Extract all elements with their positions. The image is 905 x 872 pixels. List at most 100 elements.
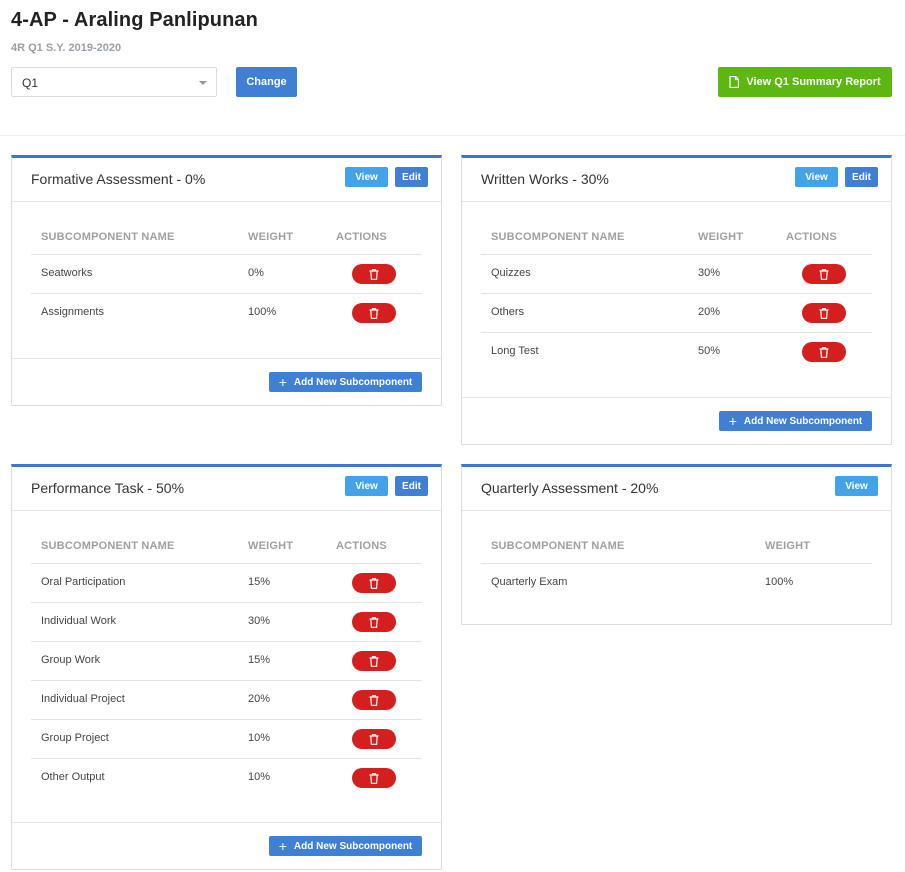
view-button[interactable]: View	[345, 167, 388, 187]
edit-button[interactable]: Edit	[845, 167, 878, 187]
delete-button[interactable]	[802, 342, 846, 362]
table-row: Oral Participation 15%	[31, 564, 422, 603]
trash-icon	[369, 268, 379, 280]
chevron-down-icon	[199, 81, 207, 85]
component-card-performance-task: Performance Task - 50% View Edit SUBCOMP…	[11, 464, 442, 870]
trash-icon	[369, 772, 379, 784]
delete-button[interactable]	[352, 612, 396, 632]
component-card-written-works: Written Works - 30% View Edit SUBCOMPONE…	[461, 155, 892, 445]
subcomponent-name: Group Project	[41, 732, 109, 744]
table-row: Others 20%	[481, 294, 872, 333]
column-header-name: SUBCOMPONENT NAME	[41, 231, 175, 243]
card-title: Written Works - 30%	[481, 171, 609, 187]
column-header-weight: WEIGHT	[698, 231, 744, 243]
delete-button[interactable]	[802, 264, 846, 284]
plus-icon: +	[278, 838, 287, 854]
change-button[interactable]: Change	[236, 67, 297, 97]
subcomponent-weight: 15%	[248, 654, 271, 666]
trash-icon	[369, 616, 379, 628]
column-header-name: SUBCOMPONENT NAME	[41, 540, 175, 552]
subcomponent-weight: 100%	[765, 576, 794, 588]
add-subcomponent-button[interactable]: + Add New Subcomponent	[269, 372, 422, 392]
delete-button[interactable]	[802, 303, 846, 323]
column-header-actions: ACTIONS	[786, 231, 837, 243]
plus-icon: +	[278, 374, 287, 390]
subcomponent-name: Assignments	[41, 306, 104, 318]
page-subtitle: 4R Q1 S.Y. 2019-2020	[11, 42, 122, 54]
column-header-name: SUBCOMPONENT NAME	[491, 231, 625, 243]
view-button[interactable]: View	[835, 476, 878, 496]
subcomponent-weight: 15%	[248, 576, 271, 588]
table-row: Seatworks 0%	[31, 255, 422, 294]
subcomponent-weight: 20%	[248, 693, 271, 705]
trash-icon	[819, 346, 829, 358]
subcomponent-name: Other Output	[41, 771, 105, 783]
subcomponent-weight: 30%	[698, 267, 721, 279]
subcomponent-weight: 0%	[248, 267, 264, 279]
delete-button[interactable]	[352, 264, 396, 284]
card-title: Performance Task - 50%	[31, 480, 185, 496]
page-title: 4-AP - Araling Panlipunan	[11, 9, 258, 31]
header-divider	[0, 135, 905, 136]
view-summary-report-label: View Q1 Summary Report	[746, 76, 881, 88]
edit-button[interactable]: Edit	[395, 167, 428, 187]
column-header-name: SUBCOMPONENT NAME	[491, 540, 625, 552]
card-header: Quarterly Assessment - 20% View	[462, 467, 891, 511]
table-row: Assignments 100%	[31, 294, 422, 333]
trash-icon	[819, 307, 829, 319]
subcomponent-name: Individual Work	[41, 615, 116, 627]
add-subcomponent-label: Add New Subcomponent	[293, 840, 413, 852]
add-subcomponent-button[interactable]: + Add New Subcomponent	[269, 836, 422, 856]
card-footer: + Add New Subcomponent	[462, 397, 891, 444]
table-row: Quarterly Exam 100%	[481, 564, 872, 603]
card-header: Performance Task - 50% View Edit	[12, 467, 441, 511]
table-row: Group Project 10%	[31, 720, 422, 759]
trash-icon	[369, 694, 379, 706]
subcomponent-name: Individual Project	[41, 693, 125, 705]
column-header-weight: WEIGHT	[248, 231, 294, 243]
card-header: Written Works - 30% View Edit	[462, 158, 891, 202]
view-summary-report-button[interactable]: View Q1 Summary Report	[718, 67, 892, 97]
trash-icon	[369, 307, 379, 319]
subcomponent-weight: 30%	[248, 615, 271, 627]
view-button[interactable]: View	[345, 476, 388, 496]
table-row: Individual Project 20%	[31, 681, 422, 720]
card-footer: + Add New Subcomponent	[12, 822, 441, 869]
document-icon	[729, 76, 740, 88]
delete-button[interactable]	[352, 303, 396, 323]
card-title: Quarterly Assessment - 20%	[481, 480, 659, 496]
quarter-select[interactable]: Q1	[11, 67, 217, 97]
subcomponent-weight: 20%	[698, 306, 721, 318]
delete-button[interactable]	[352, 573, 396, 593]
column-header-actions: ACTIONS	[336, 231, 387, 243]
table-row: Quizzes 30%	[481, 255, 872, 294]
delete-button[interactable]	[352, 729, 396, 749]
column-header-weight: WEIGHT	[248, 540, 294, 552]
add-subcomponent-button[interactable]: + Add New Subcomponent	[719, 411, 872, 431]
table-row: Individual Work 30%	[31, 603, 422, 642]
subcomponent-weight: 50%	[698, 345, 721, 357]
subcomponent-name: Seatworks	[41, 267, 93, 279]
component-card-formative-assessment: Formative Assessment - 0% View Edit SUBC…	[11, 155, 442, 406]
edit-button[interactable]: Edit	[395, 476, 428, 496]
table-row: Other Output 10%	[31, 759, 422, 798]
subcomponent-table: SUBCOMPONENT NAME WEIGHT ACTIONS Quizzes…	[481, 231, 872, 391]
component-card-quarterly-assessment: Quarterly Assessment - 20% View SUBCOMPO…	[461, 464, 892, 625]
trash-icon	[369, 577, 379, 589]
table-row: Group Work 15%	[31, 642, 422, 681]
delete-button[interactable]	[352, 768, 396, 788]
subcomponent-weight: 10%	[248, 732, 271, 744]
table-row: Long Test 50%	[481, 333, 872, 372]
card-footer: + Add New Subcomponent	[12, 358, 441, 405]
add-subcomponent-label: Add New Subcomponent	[293, 376, 413, 388]
card-header: Formative Assessment - 0% View Edit	[12, 158, 441, 202]
subcomponent-name: Oral Participation	[41, 576, 126, 588]
column-header-weight: WEIGHT	[765, 540, 811, 552]
subcomponent-table: SUBCOMPONENT NAME WEIGHT ACTIONS Seatwor…	[31, 231, 422, 351]
delete-button[interactable]	[352, 690, 396, 710]
subcomponent-name: Group Work	[41, 654, 101, 666]
subcomponent-table: SUBCOMPONENT NAME WEIGHT Quarterly Exam …	[481, 540, 872, 610]
delete-button[interactable]	[352, 651, 396, 671]
view-button[interactable]: View	[795, 167, 838, 187]
trash-icon	[369, 655, 379, 667]
